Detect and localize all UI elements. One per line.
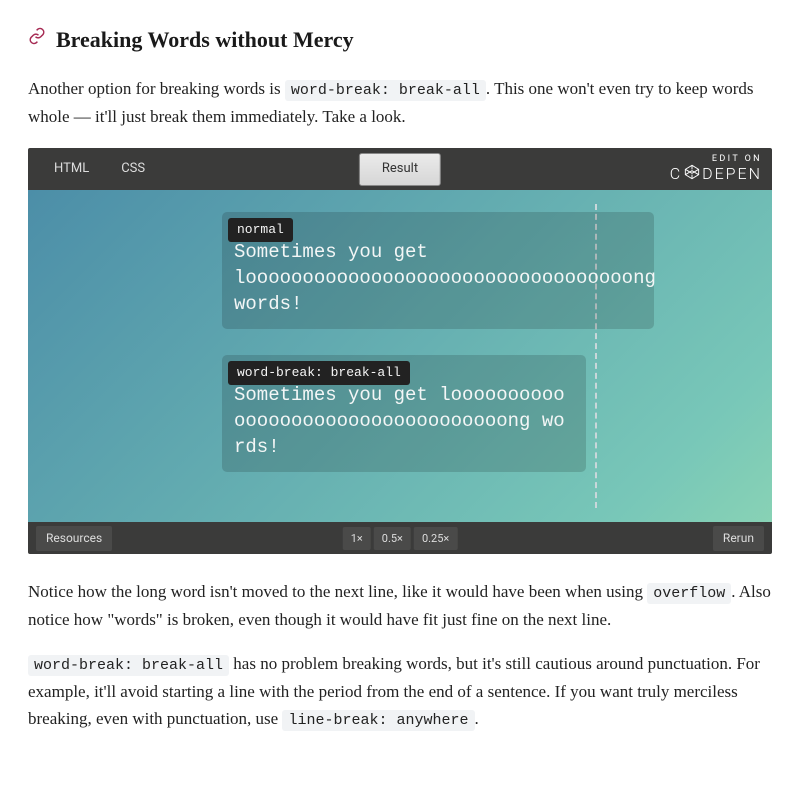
section-heading: Breaking Words without Mercy: [56, 22, 354, 57]
edit-on-label: EDIT ON: [670, 154, 762, 164]
inline-code: word-break: break-all: [285, 80, 486, 101]
demo-label: word-break: break-all: [228, 361, 410, 385]
tab-css[interactable]: CSS: [105, 151, 161, 188]
edit-on-codepen-link[interactable]: EDIT ON CDEPEN: [670, 154, 762, 185]
codepen-topbar: HTML CSS Result EDIT ON CDEPEN: [28, 148, 772, 190]
tab-result[interactable]: Result: [359, 153, 441, 186]
text: .: [475, 709, 479, 728]
tab-html[interactable]: HTML: [38, 151, 105, 188]
zoom-0.5x-button[interactable]: 0.5×: [374, 527, 411, 551]
demo-text: Sometimes you get looooooooooooooooooooo…: [234, 384, 565, 457]
paragraph: Notice how the long word isn't moved to …: [28, 578, 772, 633]
inline-code: line-break: anywhere: [282, 710, 474, 731]
zoom-controls: 1× 0.5× 0.25×: [343, 527, 458, 551]
codepen-result-canvas: normal Sometimes you get loooooooooooooo…: [28, 190, 772, 522]
zoom-0.25x-button[interactable]: 0.25×: [414, 527, 457, 551]
codepen-bottombar: Resources 1× 0.5× 0.25× Rerun: [28, 522, 772, 554]
resources-button[interactable]: Resources: [36, 526, 112, 551]
demo-box-normal: normal Sometimes you get loooooooooooooo…: [222, 212, 654, 329]
codepen-brand: CDEPEN: [670, 164, 762, 184]
demo-box-breakall: word-break: break-all Sometimes you get …: [222, 355, 586, 472]
permalink-icon[interactable]: [28, 26, 46, 53]
text: Another option for breaking words is: [28, 79, 285, 98]
inline-code: overflow: [647, 583, 731, 604]
demo-label: normal: [228, 218, 293, 242]
text: Notice how the long word isn't moved to …: [28, 582, 647, 601]
demo-text: Sometimes you get looooooooooooooooooooo…: [234, 241, 656, 314]
paragraph: word-break: break-all has no problem bre…: [28, 650, 772, 733]
paragraph: Another option for breaking words is wor…: [28, 75, 772, 130]
rerun-button[interactable]: Rerun: [713, 526, 764, 551]
codepen-embed: HTML CSS Result EDIT ON CDEPEN normal So…: [28, 148, 772, 554]
codepen-logo-icon: [684, 164, 700, 184]
zoom-1x-button[interactable]: 1×: [343, 527, 371, 551]
inline-code: word-break: break-all: [28, 655, 229, 676]
